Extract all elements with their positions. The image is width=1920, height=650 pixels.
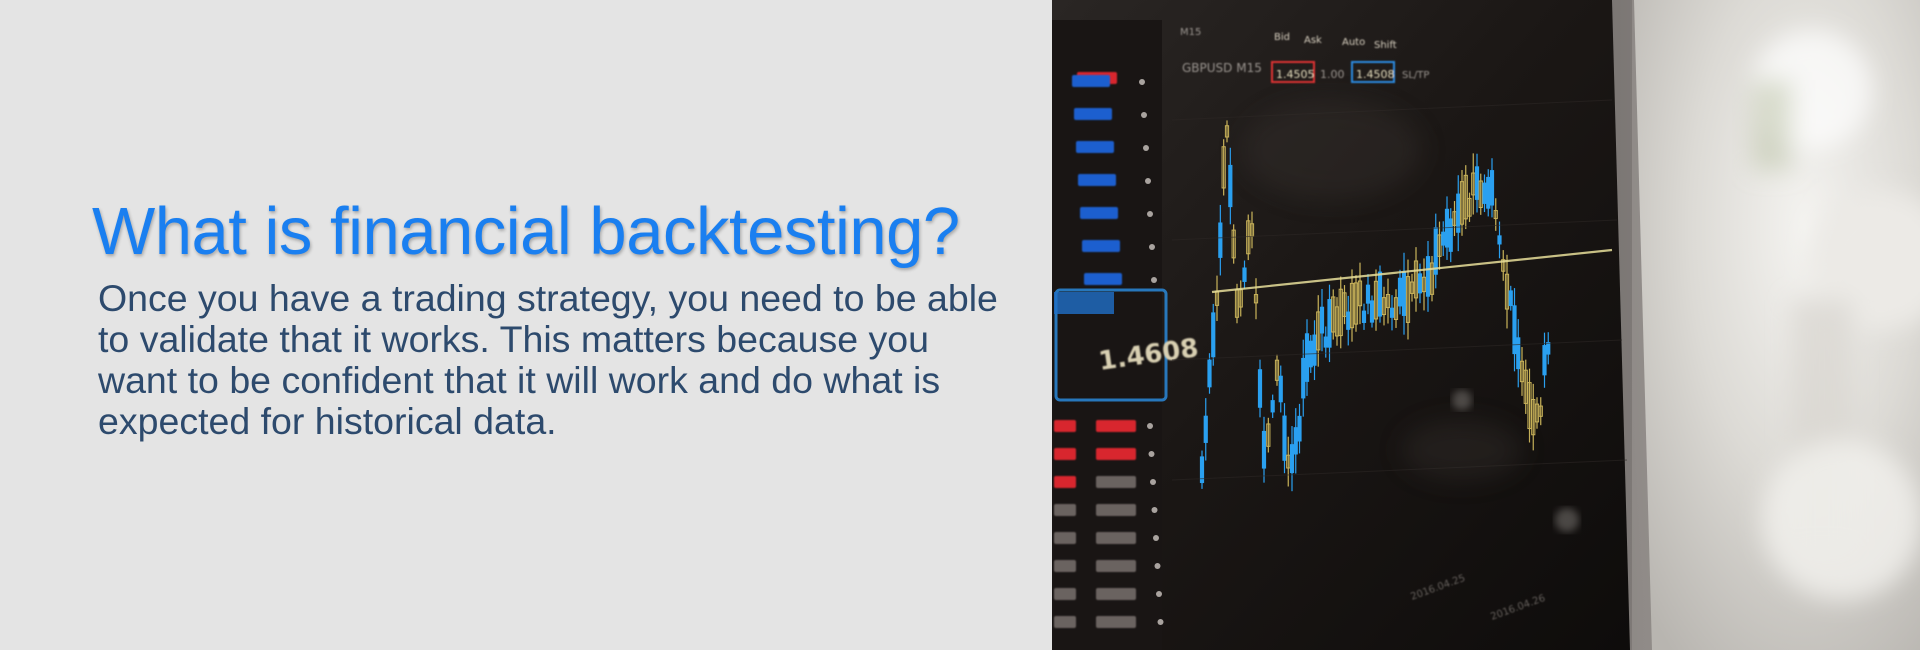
svg-text:Shift: Shift bbox=[1374, 40, 1397, 51]
slide-body-text: Once you have a trading strategy, you ne… bbox=[98, 277, 998, 442]
text-panel: What is financial backtesting? Once you … bbox=[0, 0, 1052, 650]
svg-text:Auto: Auto bbox=[1342, 37, 1365, 48]
svg-text:GBPUSD M15: GBPUSD M15 bbox=[1182, 61, 1262, 75]
slide-title: What is financial backtesting? bbox=[92, 194, 960, 269]
svg-text:SL/TP: SL/TP bbox=[1402, 70, 1429, 81]
svg-text:M15: M15 bbox=[1180, 27, 1201, 38]
slide: What is financial backtesting? Once you … bbox=[0, 0, 1920, 650]
svg-text:Bid: Bid bbox=[1274, 32, 1290, 43]
trading-chart-photo: 1.4608 GBPUSD M15 1.4505 1.00 1.4508 SL/… bbox=[1052, 0, 1920, 650]
svg-text:1.4505: 1.4505 bbox=[1276, 68, 1315, 81]
svg-text:1.4508: 1.4508 bbox=[1356, 68, 1395, 81]
svg-text:Ask: Ask bbox=[1304, 35, 1322, 46]
svg-text:1.00: 1.00 bbox=[1320, 68, 1345, 81]
